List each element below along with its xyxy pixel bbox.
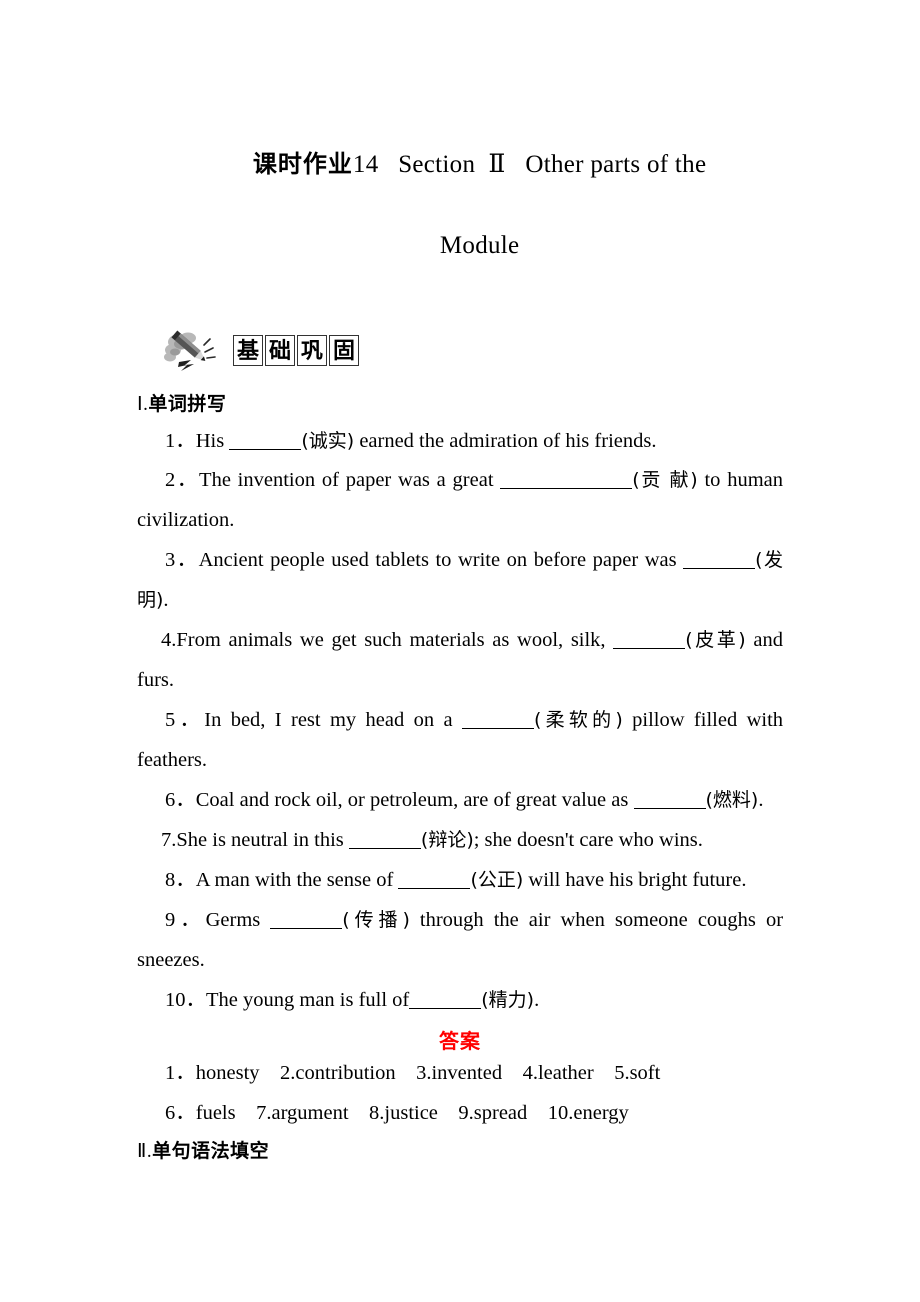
answer-blank[interactable] [270, 928, 343, 930]
question-text-after: . [758, 789, 764, 812]
question-hint: (辩论) [420, 829, 474, 852]
banner-characters: 基 础 巩 固 [233, 335, 359, 366]
question-number: 4. [161, 629, 177, 652]
question-text-before: Ancient people used tablets to write on … [198, 549, 684, 572]
title-prefix: 课时作业 [252, 149, 353, 178]
question-text-before: In bed, I rest my head on a [204, 709, 462, 732]
section-2-roman: Ⅱ [137, 1140, 147, 1162]
question-text-before: His [195, 429, 230, 452]
question-text-after: will have his bright future. [523, 869, 747, 892]
question-hint: (公正) [470, 869, 524, 892]
question-item: 4.From animals we get such materials as … [137, 621, 783, 701]
section-banner: 基 础 巩 固 [137, 329, 783, 373]
answer-blank[interactable] [500, 488, 633, 490]
question-number: 9． [165, 909, 206, 932]
question-hint: (柔软的) [533, 709, 623, 732]
title-module-line1: Other parts of the [525, 150, 707, 178]
question-text-before: A man with the sense of [195, 869, 399, 892]
question-hint: (传播) [342, 909, 410, 932]
answer-blank[interactable] [683, 568, 756, 570]
question-item: 10．The young man is full of (精力). [137, 981, 783, 1021]
answer-key-label: 答案 [439, 1029, 481, 1054]
answer-blank[interactable] [409, 1008, 482, 1010]
banner-char-3: 巩 [297, 335, 327, 366]
question-text-before: The young man is full of [206, 989, 410, 1012]
question-item: 2．The invention of paper was a great (贡 … [137, 461, 783, 541]
title-roman: Ⅱ [488, 150, 506, 178]
question-item: 5．In bed, I rest my head on a (柔软的) pill… [137, 701, 783, 781]
answer-blank[interactable] [613, 648, 686, 650]
question-number: 6． [165, 789, 196, 812]
question-item: 3．Ancient people used tablets to write o… [137, 541, 783, 621]
question-list: 1．His (诚实) earned the admiration of his … [137, 422, 783, 1022]
question-number: 1． [165, 429, 196, 452]
question-text-after: earned the admiration of his friends. [354, 429, 657, 452]
question-item: 6．Coal and rock oil, or petroleum, are o… [137, 781, 783, 821]
question-text-after: ; she doesn't care who wins. [473, 829, 703, 852]
answer-key-line: 1．honesty 2.contribution 3.invented 4.le… [165, 1062, 661, 1085]
section-heading-2: Ⅱ.单句语法填空 [137, 1136, 783, 1163]
answer-blank[interactable] [633, 808, 706, 810]
title-number: 14 [352, 150, 379, 178]
question-text-before: The invention of paper was a great [199, 469, 501, 492]
answer-blank[interactable] [398, 888, 471, 890]
question-text-before: From animals we get such materials as wo… [176, 629, 614, 652]
answer-key-line: 6．fuels 7.argument 8.justice 9.spread 10… [165, 1102, 629, 1124]
answer-blank[interactable] [461, 728, 534, 730]
question-hint: (精力) [481, 989, 535, 1012]
page-title: 课时作业14 Section Ⅱ Other parts of the Modu… [137, 104, 783, 307]
question-number: 10． [165, 989, 206, 1012]
question-number: 5． [165, 709, 205, 732]
section-2-label: 单句语法填空 [152, 1139, 270, 1162]
question-text-after: . [534, 989, 540, 1012]
question-text-before: Germs [205, 909, 271, 932]
banner-char-4: 固 [329, 335, 359, 366]
question-number: 8． [165, 869, 196, 892]
question-hint: (皮革) [685, 629, 746, 652]
answer-blank[interactable] [348, 848, 421, 850]
section-1-label: 单词拼写 [148, 392, 227, 415]
question-item: 9．Germs (传播) through the air when someon… [137, 901, 783, 981]
answer-blank[interactable] [229, 448, 302, 450]
question-text-before: She is neutral in this [176, 829, 349, 852]
page-content: 课时作业14 Section Ⅱ Other parts of the Modu… [137, 0, 783, 1163]
section-heading-1: Ⅰ.单词拼写 [137, 389, 783, 416]
question-item: 7.She is neutral in this (辩论); she doesn… [137, 821, 783, 861]
question-hint: (诚实) [301, 429, 355, 452]
title-module-line2: Module [439, 231, 520, 259]
question-item: 1．His (诚实) earned the admiration of his … [137, 422, 783, 462]
question-text-before: Coal and rock oil, or petroleum, are of … [195, 789, 634, 812]
title-section-word: Section [398, 150, 476, 178]
pencil-icon [164, 330, 216, 371]
question-hint: (贡 献) [632, 469, 698, 492]
question-number: 7. [161, 829, 177, 852]
question-number: 2． [165, 469, 200, 492]
question-text-after: . [163, 589, 169, 612]
banner-char-1: 基 [233, 335, 263, 366]
banner-char-2: 础 [265, 335, 295, 366]
question-number: 3． [165, 549, 199, 572]
question-hint: (燃料) [705, 789, 759, 812]
worksheet-page: 课时作业14 Section Ⅱ Other parts of the Modu… [0, 0, 920, 1302]
question-item: 8．A man with the sense of (公正) will have… [137, 861, 783, 901]
